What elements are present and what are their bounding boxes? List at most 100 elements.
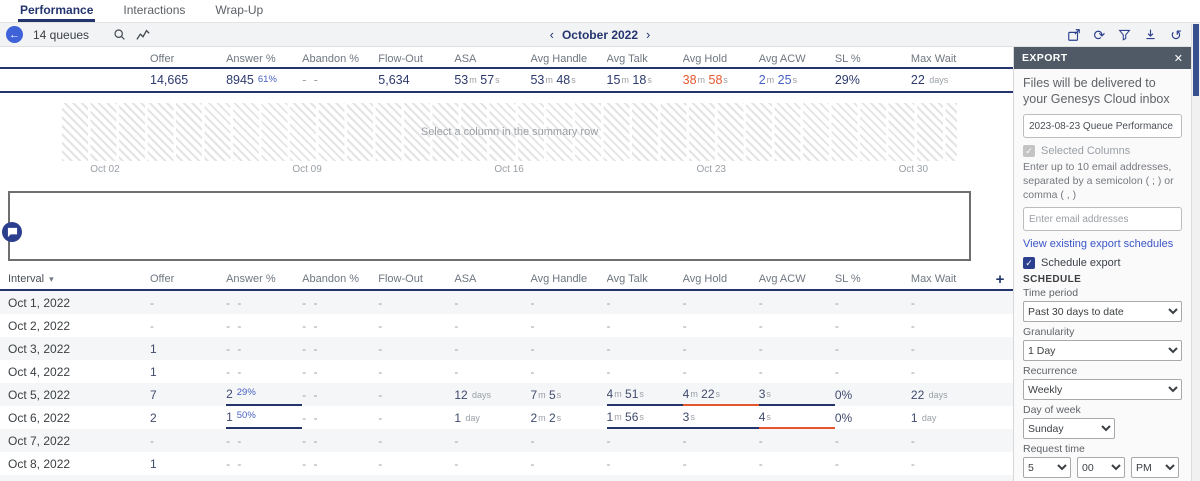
recurrence-label: Recurrence <box>1023 365 1078 378</box>
table-cell: - <box>454 475 530 481</box>
request-hour-select[interactable]: 5 <box>1023 457 1071 479</box>
table-cell: - <box>910 341 917 356</box>
view-export-schedules-link[interactable]: View existing export schedules <box>1023 238 1182 250</box>
column-header: Max Wait <box>910 273 957 285</box>
table-row[interactable]: Oct 8, 2022 1 - - - - - - - - - - - - <box>0 452 1013 475</box>
summary-cell[interactable]: 15m 18s <box>607 69 683 91</box>
chart-placeholder-text: Select a column in the summary row <box>420 126 599 138</box>
column-header: Avg Handle <box>530 273 588 285</box>
selected-columns-label: Selected Columns <box>1041 145 1131 158</box>
back-arrow-icon: ← <box>9 28 20 41</box>
schedule-section-header: SCHEDULE <box>1023 274 1082 286</box>
prev-month-button[interactable]: ‹ <box>550 28 554 41</box>
table-body: Oct 1, 2022- - -- - - - - - - - - - Oct 2, 2022- - … <box>0 291 1013 481</box>
restore-icon[interactable]: ↺ <box>1170 28 1182 42</box>
table-row[interactable]: Oct 3, 2022 1 - - - - - - - - - - - - <box>0 337 1013 360</box>
table-cell: - <box>758 433 765 448</box>
table-cell: - <box>378 456 385 471</box>
table-row[interactable]: Oct 5, 2022 7 2 29% - - - 12 days 7m 5s 4m 51s 4m… <box>0 383 1013 406</box>
table-cell: - <box>454 341 461 356</box>
summary-cell[interactable]: 53m 57s <box>454 69 530 91</box>
next-month-button[interactable]: › <box>646 28 650 41</box>
schedule-export-checkbox[interactable]: ✓ <box>1023 257 1035 270</box>
export-image-icon[interactable] <box>1067 28 1081 42</box>
table-cell: - <box>454 318 461 333</box>
table-row[interactable]: Oct 7, 2022 - - - - - - - - - - - - - <box>0 429 1013 452</box>
table-row[interactable]: Oct 6, 2022 2 1 50% - - - 1 day 2m 2s 1m 56s 3s 4s… <box>0 406 1013 429</box>
email-addresses-input[interactable] <box>1023 207 1182 232</box>
line-chart-icon[interactable] <box>136 28 150 42</box>
interval-cell: Oct 9, 2022 <box>0 475 150 481</box>
summary-cell[interactable]: 5,634 <box>378 69 454 91</box>
table-cell: - <box>683 475 759 481</box>
table-cell: 4s <box>758 406 835 429</box>
table-cell: - <box>378 475 454 481</box>
request-minute-select[interactable]: 00 <box>1077 457 1125 479</box>
table-cell: - <box>606 456 613 471</box>
scrollbar-thumb[interactable] <box>1193 24 1199 96</box>
download-icon[interactable] <box>1144 28 1157 41</box>
comment-icon[interactable] <box>2 222 22 242</box>
tab-wrapup[interactable]: Wrap-Up <box>213 0 265 22</box>
schedule-export-label: Schedule export <box>1041 257 1121 270</box>
table-cell: - <box>454 295 461 310</box>
search-icon[interactable] <box>113 28 126 41</box>
tab-interactions[interactable]: Interactions <box>121 0 187 22</box>
export-panel-header: EXPORT ✕ <box>1014 47 1191 69</box>
tab-performance-label: Performance <box>20 2 94 17</box>
summary-row-spacer <box>0 69 150 91</box>
table-cell: - - <box>226 295 244 310</box>
recurrence-select[interactable]: Weekly <box>1023 379 1182 401</box>
row-spacer <box>987 291 1013 314</box>
summary-cell[interactable]: - - <box>302 69 378 91</box>
table-cell: - <box>910 364 917 379</box>
summary-cell[interactable]: 22 days <box>911 69 987 91</box>
table-row[interactable]: Oct 9, 20224- -- --------- <box>0 475 1013 481</box>
table-cell: - <box>910 433 917 448</box>
column-header: Answer % <box>226 273 276 285</box>
selected-columns-checkbox[interactable]: ✓ <box>1023 145 1035 158</box>
vertical-scrollbar[interactable] <box>1191 24 1200 481</box>
column-header: SL % <box>834 53 861 65</box>
table-cell: - <box>834 456 841 471</box>
summary-cell[interactable]: 14,665 <box>150 69 226 91</box>
request-meridiem-select[interactable]: PM <box>1131 457 1179 479</box>
refresh-icon[interactable]: ⟳ <box>1094 28 1106 42</box>
chart-placeholder-area[interactable]: Select a column in the summary row <box>62 103 957 161</box>
table-row[interactable]: Oct 1, 2022 - - - - - - - - - - - - - <box>0 291 1013 314</box>
filter-icon[interactable] <box>1118 28 1131 41</box>
delivery-note: Files will be delivered to your Genesys … <box>1023 76 1170 106</box>
selected-columns-option[interactable]: ✓ Selected Columns <box>1023 145 1182 158</box>
table-cell: 7m 5s <box>530 387 562 402</box>
summary-cell[interactable]: 8945 61% <box>226 69 302 91</box>
table-cell: - <box>834 364 841 379</box>
time-period-select[interactable]: Past 30 days to date <box>1023 301 1182 323</box>
back-button[interactable]: ← <box>6 26 23 43</box>
tab-performance[interactable]: Performance <box>18 0 96 22</box>
table-cell: - - <box>302 387 320 402</box>
table-cell: 4m 51s <box>606 383 683 406</box>
detail-chart-selection[interactable] <box>2 191 971 261</box>
summary-cell[interactable]: 29% <box>835 69 911 91</box>
table-cell: - - <box>302 364 320 379</box>
day-of-week-select[interactable]: Sunday <box>1023 418 1115 440</box>
schedule-export-option[interactable]: ✓ Schedule export <box>1023 257 1182 270</box>
table-cell: 12 days <box>454 387 492 402</box>
summary-cell[interactable]: 53m 48s <box>530 69 606 91</box>
summary-cell[interactable]: 2m 25s <box>759 69 835 91</box>
request-time-label: Request time <box>1023 443 1085 456</box>
table-cell: - - <box>226 433 244 448</box>
add-column-button[interactable]: + <box>987 269 1013 289</box>
summary-row-spacer <box>987 69 1013 91</box>
date-range-label[interactable]: October 2022 <box>562 28 638 42</box>
column-header: Avg Hold <box>682 53 728 65</box>
table-row[interactable]: Oct 2, 2022 - - - - - - - - - - - - - <box>0 314 1013 337</box>
interval-column-header[interactable]: Interval ▾ <box>0 269 150 289</box>
export-filename-input[interactable] <box>1023 114 1182 139</box>
summary-cell[interactable]: 38m 58s <box>683 69 759 91</box>
column-header: ASA <box>454 273 477 285</box>
table-row[interactable]: Oct 4, 2022 1 - - - - - - - - - - - - <box>0 360 1013 383</box>
table-cell: - <box>834 433 841 448</box>
close-icon[interactable]: ✕ <box>1174 52 1183 65</box>
granularity-select[interactable]: 1 Day <box>1023 340 1182 362</box>
